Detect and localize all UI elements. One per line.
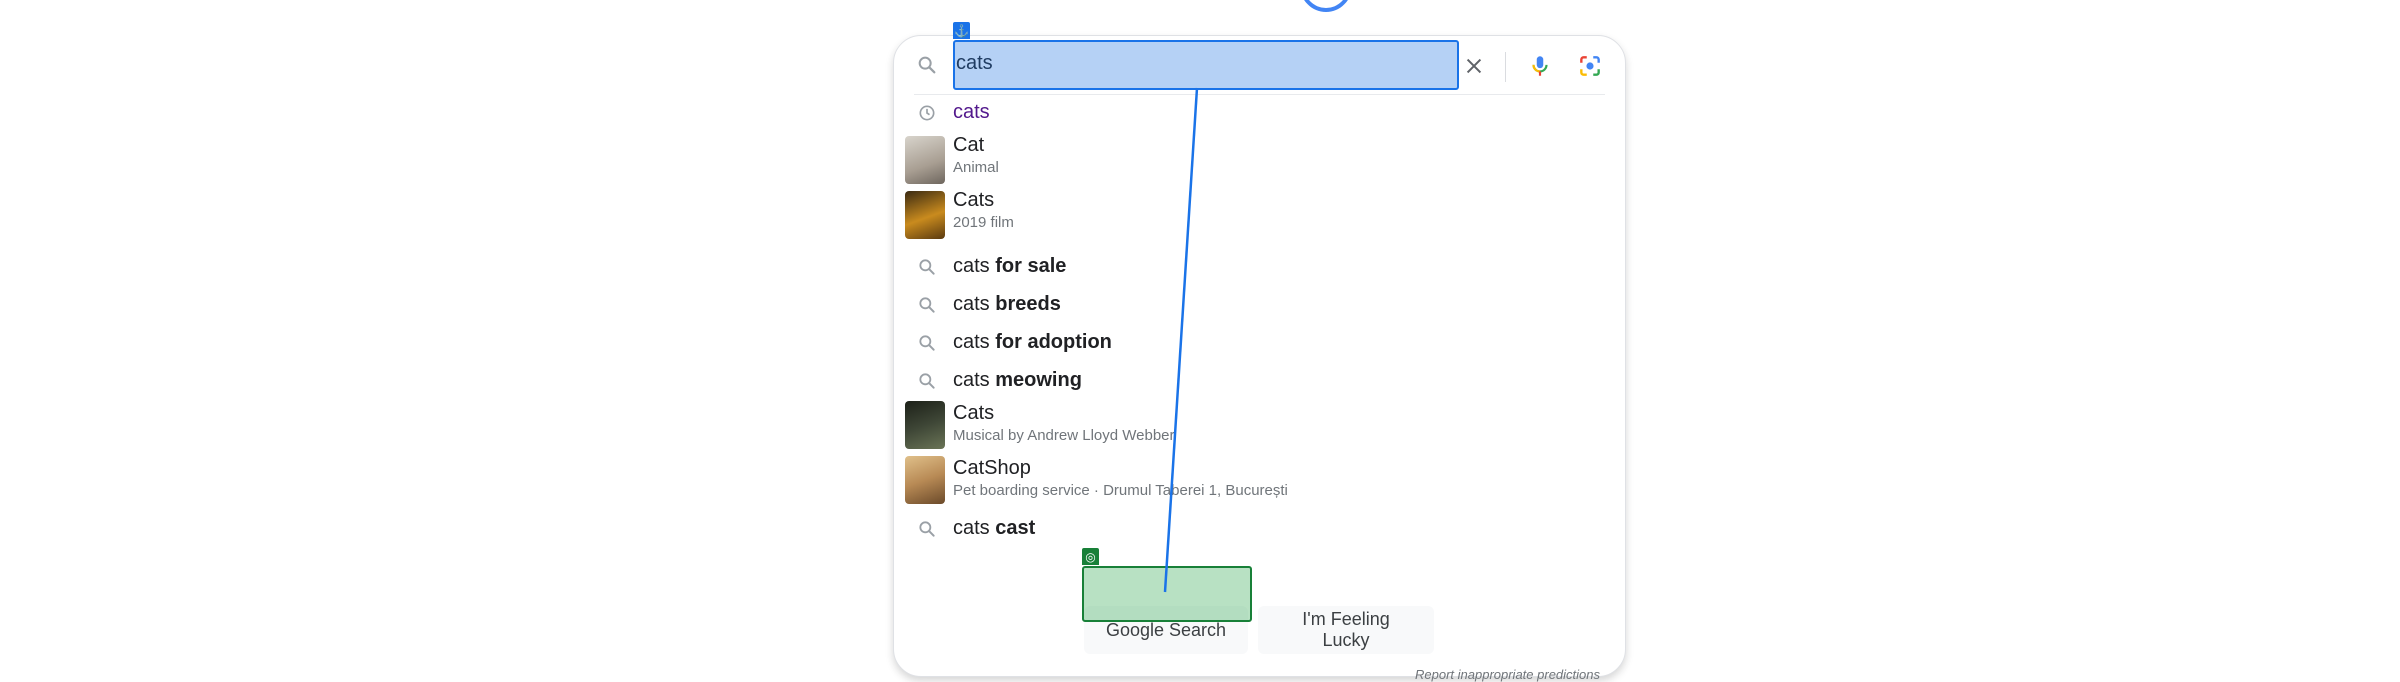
target-icon: ◎ xyxy=(1082,548,1099,565)
divider xyxy=(914,94,1605,95)
suggestion-text: CatShop xyxy=(953,457,1031,479)
target-highlight xyxy=(1082,566,1252,622)
search-icon xyxy=(916,54,938,76)
suggestion-item[interactable]: cats for sale xyxy=(894,252,1625,282)
suggestion-subtitle: 2019 film xyxy=(953,214,1014,231)
suggestion-item[interactable]: Cats Musical by Andrew Lloyd Webber xyxy=(894,398,1625,452)
suggestion-item[interactable]: cats xyxy=(894,98,1625,128)
suggestion-thumbnail xyxy=(905,136,945,184)
search-icon xyxy=(916,256,938,278)
anchor-icon: ⚓ xyxy=(953,22,970,39)
suggestion-subtitle: Animal xyxy=(953,159,999,176)
divider xyxy=(1505,52,1506,82)
lens-search-button[interactable] xyxy=(1572,48,1608,84)
suggestion-thumbnail xyxy=(905,401,945,449)
suggestion-text: Cats xyxy=(953,402,995,424)
source-highlight xyxy=(953,40,1459,90)
suggestion-text: cats breeds xyxy=(953,293,1061,315)
feeling-lucky-button[interactable]: I'm Feeling Lucky xyxy=(1258,606,1434,654)
history-icon xyxy=(916,102,938,124)
suggestion-item[interactable]: cats cast xyxy=(894,514,1625,544)
suggestion-item[interactable]: cats for adoption xyxy=(894,328,1625,358)
suggestion-item[interactable]: Cats 2019 film xyxy=(894,189,1625,243)
clear-button[interactable] xyxy=(1456,48,1492,84)
suggestion-text: cats for sale xyxy=(953,255,1067,277)
suggestion-text: cats meowing xyxy=(953,369,1082,391)
suggestion-text: cats cast xyxy=(953,517,1036,539)
suggestion-item[interactable]: cats meowing xyxy=(894,366,1625,396)
search-icon xyxy=(916,370,938,392)
close-icon xyxy=(1466,58,1482,74)
suggestion-text: Cats xyxy=(953,189,995,211)
microphone-icon xyxy=(1532,56,1548,76)
search-box: cats Cat Animal Cats 2019 film cats for … xyxy=(893,35,1626,682)
suggestion-item[interactable]: cats breeds xyxy=(894,290,1625,320)
report-predictions-link[interactable]: Report inappropriate predictions xyxy=(1415,667,1600,682)
google-logo-fragment xyxy=(1289,0,1363,23)
camera-lens-icon xyxy=(1580,56,1600,76)
suggestion-text: cats xyxy=(953,101,990,123)
suggestion-item[interactable]: Cat Animal xyxy=(894,134,1625,188)
suggestion-text: cats for adoption xyxy=(953,331,1112,353)
voice-search-button[interactable] xyxy=(1522,48,1558,84)
suggestion-text: Cat xyxy=(953,134,985,156)
search-icon xyxy=(916,518,938,540)
suggestion-subtitle: Pet boarding service · Drumul Taberei 1,… xyxy=(953,482,1288,499)
search-icon xyxy=(916,294,938,316)
suggestion-thumbnail xyxy=(905,456,945,504)
suggestion-item[interactable]: CatShop Pet boarding service · Drumul Ta… xyxy=(894,453,1625,507)
suggestion-thumbnail xyxy=(905,191,945,239)
suggestion-subtitle: Musical by Andrew Lloyd Webber xyxy=(953,427,1175,444)
search-icon xyxy=(916,332,938,354)
